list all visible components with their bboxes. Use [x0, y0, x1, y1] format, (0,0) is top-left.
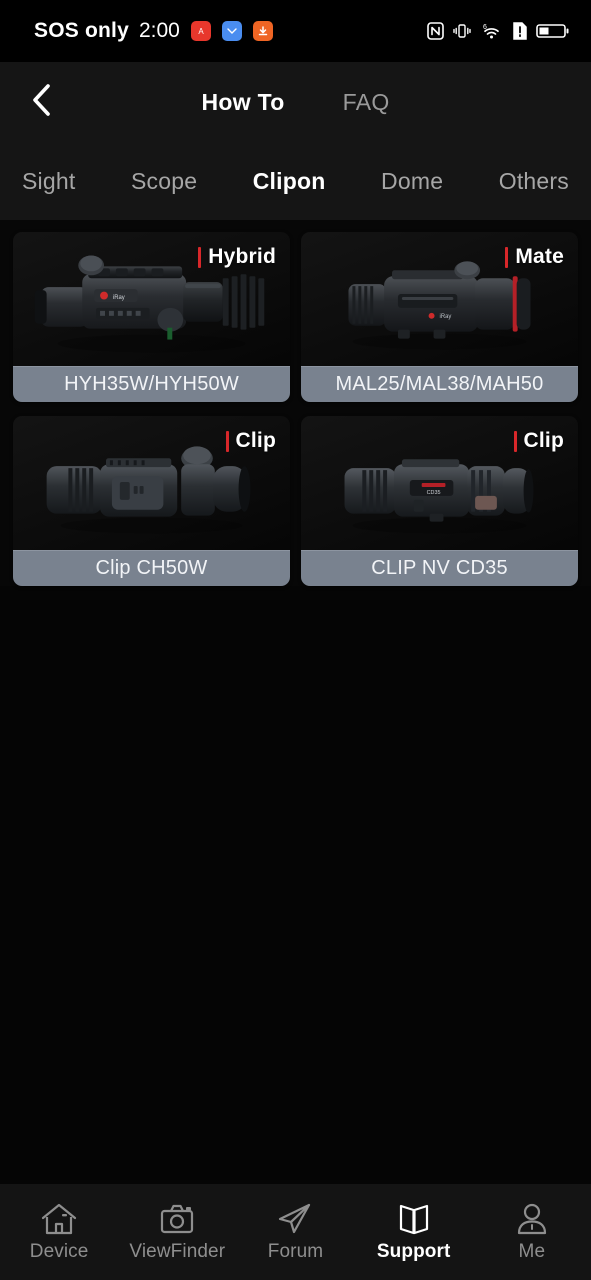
nav-label-viewfinder: ViewFinder — [129, 1240, 226, 1262]
nav-label-me: Me — [518, 1240, 546, 1262]
product-name: CLIP NV CD35 — [301, 550, 578, 586]
clock-label: 2:00 — [138, 19, 180, 42]
category-tab-bar: Sight Scope Clipon Dome Others — [0, 142, 591, 220]
status-bar-right: 6 — [427, 22, 569, 40]
home-icon — [40, 1198, 78, 1236]
badge-accent-bar — [505, 246, 509, 268]
nav-item-viewfinder[interactable]: ViewFinder — [121, 1198, 233, 1263]
badge-label: Clip — [235, 429, 276, 452]
svg-text:CD35: CD35 — [427, 490, 441, 496]
product-list-content: iRay Hybrid HYH35W/HYH50W iRay Mate MAL2… — [0, 220, 591, 586]
mail-app-icon — [221, 21, 242, 41]
person-icon — [513, 1198, 551, 1236]
nav-label-forum: Forum — [267, 1240, 324, 1262]
product-badge: Clip — [225, 429, 276, 453]
badge-accent-bar — [513, 430, 517, 452]
product-grid: iRay Hybrid HYH35W/HYH50W iRay Mate MAL2… — [0, 232, 591, 586]
nav-label-device: Device — [29, 1240, 89, 1262]
status-bar-left: SOS only 2:00 A — [34, 19, 273, 43]
open-book-icon — [395, 1198, 433, 1236]
category-tab-clipon[interactable]: Clipon — [253, 168, 326, 195]
category-tab-dome[interactable]: Dome — [381, 168, 443, 195]
vibrate-icon — [453, 22, 471, 40]
badge-label: Clip — [523, 429, 564, 452]
product-card[interactable]: iRay Mate MAL25/MAL38/MAH50 — [301, 232, 578, 402]
bottom-navigation: Device ViewFinder Forum Support Me — [0, 1184, 591, 1280]
badge-accent-bar — [198, 246, 202, 268]
nav-item-forum[interactable]: Forum — [239, 1198, 351, 1263]
badge-accent-bar — [225, 430, 229, 452]
category-tab-scope[interactable]: Scope — [131, 168, 197, 195]
svg-text:iRay: iRay — [113, 295, 125, 301]
nav-item-support[interactable]: Support — [358, 1198, 470, 1263]
product-badge: Hybrid — [198, 245, 276, 269]
top-bar: How To FAQ — [0, 62, 591, 142]
sim-alert-icon — [513, 22, 527, 40]
carrier-label: SOS only — [34, 19, 129, 42]
tab-faq[interactable]: FAQ — [343, 89, 390, 116]
segment-control: How To FAQ — [0, 89, 591, 116]
product-card[interactable]: CD35 Clip CLIP NV CD35 — [301, 416, 578, 586]
svg-text:iRay: iRay — [440, 314, 452, 320]
camera-icon — [158, 1198, 196, 1236]
product-card[interactable]: iRay Hybrid HYH35W/HYH50W — [13, 232, 290, 402]
download-app-icon — [252, 21, 273, 41]
product-name: HYH35W/HYH50W — [13, 366, 290, 402]
category-tab-others[interactable]: Others — [499, 168, 569, 195]
product-name: Clip CH50W — [13, 550, 290, 586]
badge-label: Hybrid — [208, 245, 276, 268]
product-badge: Clip — [513, 429, 564, 453]
battery-icon — [536, 22, 569, 40]
page-header: How To FAQ Sight Scope Clipon Dome Other… — [0, 62, 591, 220]
product-name: MAL25/MAL38/MAH50 — [301, 366, 578, 402]
product-badge: Mate — [505, 245, 564, 269]
nfc-icon — [427, 22, 444, 40]
alarm-app-icon: A — [190, 21, 211, 41]
badge-label: Mate — [515, 245, 564, 268]
tab-how-to[interactable]: How To — [201, 89, 284, 116]
nav-label-support: Support — [376, 1240, 451, 1262]
status-bar: SOS only 2:00 A 6 — [0, 0, 591, 62]
svg-text:A: A — [198, 27, 204, 36]
product-card[interactable]: Clip Clip CH50W — [13, 416, 290, 586]
category-tab-sight[interactable]: Sight — [22, 168, 75, 195]
app-root: SOS only 2:00 A 6 How To FAQ Sight Scope… — [0, 0, 591, 1280]
wifi-6-icon: 6 — [480, 22, 504, 40]
nav-item-me[interactable]: Me — [476, 1198, 588, 1263]
paper-plane-icon — [276, 1198, 314, 1236]
nav-item-device[interactable]: Device — [3, 1198, 115, 1263]
